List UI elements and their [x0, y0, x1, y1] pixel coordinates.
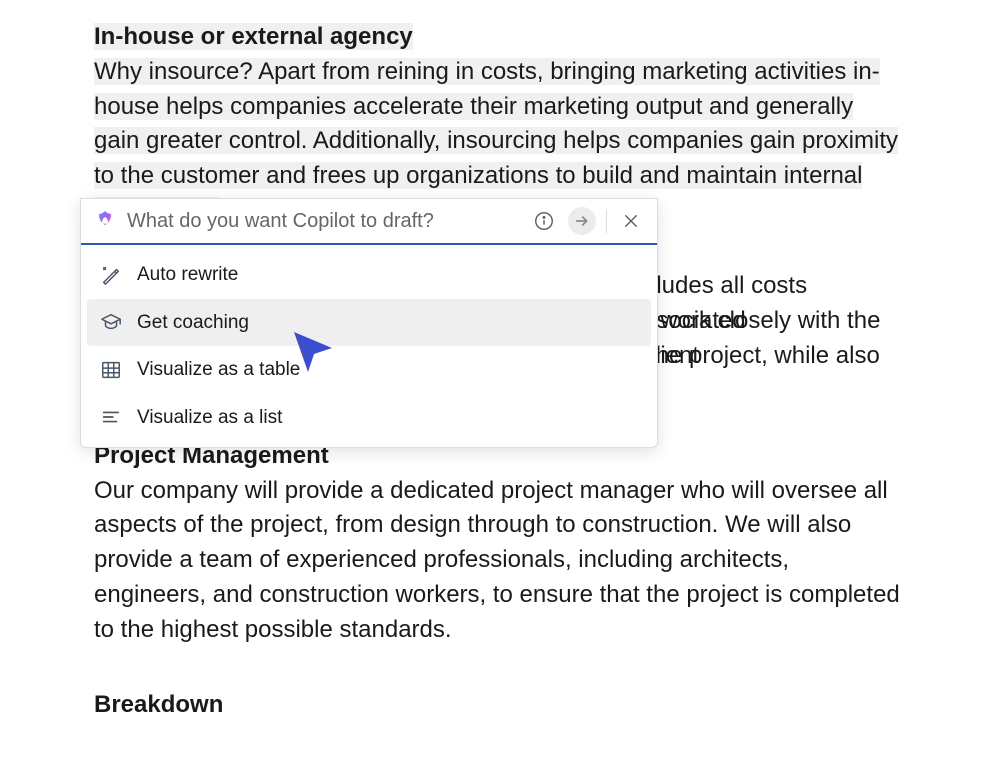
menu-label: Get coaching [137, 309, 249, 337]
divider [606, 209, 607, 233]
copilot-popup: Auto rewrite Get coaching [80, 198, 658, 448]
copilot-logo-icon [93, 209, 117, 233]
graduation-cap-icon [99, 310, 123, 334]
copilot-draft-input[interactable] [127, 210, 520, 233]
menu-label: Visualize as a table [137, 356, 300, 384]
wand-icon [99, 263, 123, 287]
info-icon[interactable] [530, 207, 558, 235]
submit-arrow-icon[interactable] [568, 207, 596, 235]
table-icon [99, 358, 123, 382]
menu-label: Auto rewrite [137, 261, 238, 289]
menu-item-visualize-list[interactable]: Visualize as a list [87, 394, 651, 442]
menu-item-auto-rewrite[interactable]: Auto rewrite [87, 251, 651, 299]
section-breakdown: Breakdown [94, 688, 905, 723]
section-body: Our company will provide a dedicated pro… [94, 474, 905, 648]
close-icon[interactable] [617, 207, 645, 235]
section-project-management: Project Management Our company will prov… [94, 439, 905, 648]
obscured-text-line3: the project, while also [649, 339, 880, 374]
section-heading: Breakdown [94, 688, 905, 723]
menu-label: Visualize as a list [137, 404, 282, 432]
section-heading: In-house or external agency [94, 23, 413, 50]
list-icon [99, 405, 123, 429]
copilot-menu: Auto rewrite Get coaching [81, 245, 657, 447]
menu-item-get-coaching[interactable]: Get coaching [87, 299, 651, 347]
menu-item-visualize-table[interactable]: Visualize as a table [87, 346, 651, 394]
copilot-header [81, 199, 657, 245]
